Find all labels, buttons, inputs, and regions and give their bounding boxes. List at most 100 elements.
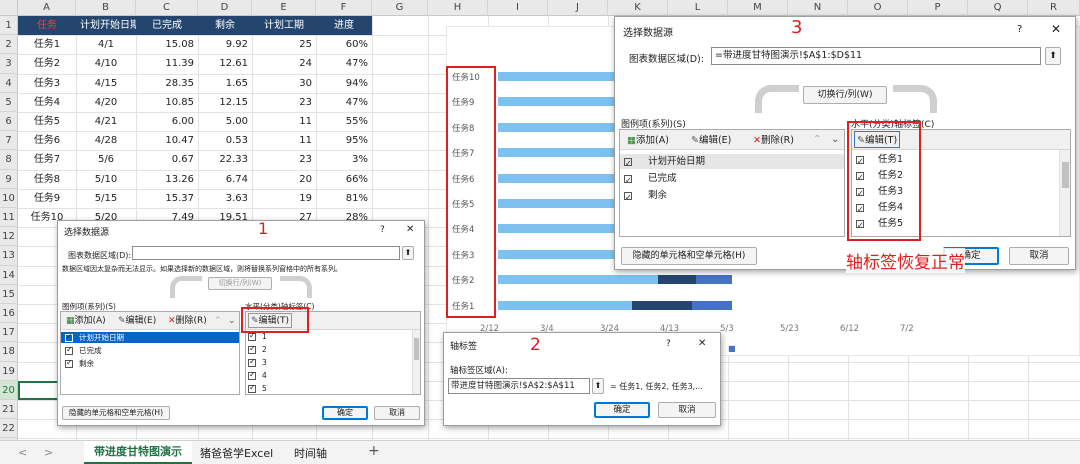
table-cell[interactable]: 6.74	[198, 170, 252, 189]
table-cell[interactable]: 20	[252, 170, 316, 189]
switch-row-col-button[interactable]: 切换行/列(W)	[208, 277, 272, 290]
table-cell[interactable]: 4/20	[76, 93, 136, 112]
row-header[interactable]: 22	[0, 419, 18, 439]
range-picker-button[interactable]: ⬆	[402, 246, 414, 260]
table-cell[interactable]: 4/10	[76, 54, 136, 73]
hidden-empty-cells-button[interactable]: 隐藏的单元格和空单元格(H)	[621, 247, 757, 265]
table-cell[interactable]: 任务5	[18, 112, 76, 131]
table-cell[interactable]: 1.65	[198, 74, 252, 93]
help-button[interactable]: ?	[380, 225, 385, 235]
table-cell[interactable]: 5.00	[198, 112, 252, 131]
gantt-bar[interactable]	[498, 148, 618, 158]
row-header[interactable]: 7	[0, 131, 18, 151]
tab-gantt-demo[interactable]: 带进度甘特图演示	[84, 441, 192, 464]
gantt-bar[interactable]	[692, 300, 732, 310]
close-icon[interactable]: ✕	[1051, 22, 1061, 36]
table-cell[interactable]: 15.08	[136, 35, 198, 54]
hidden-empty-cells-button[interactable]: 隐藏的单元格和空单元格(H)	[62, 406, 170, 420]
table-header-cell[interactable]: 已完成	[136, 16, 198, 36]
table-cell[interactable]: 10.47	[136, 131, 198, 150]
axis-item[interactable]: 3	[246, 357, 420, 369]
row-header[interactable]: 10	[0, 188, 18, 208]
ok-button[interactable]: 确定	[322, 406, 368, 420]
tab-scroll-left-button[interactable]: <	[18, 446, 27, 459]
help-button[interactable]: ?	[1017, 24, 1022, 35]
series-item[interactable]: 已完成	[61, 345, 239, 356]
axis-item[interactable]: 5	[246, 383, 420, 394]
gantt-bar[interactable]	[498, 224, 618, 234]
table-cell[interactable]: 15.37	[136, 189, 198, 208]
table-cell[interactable]: 11	[252, 131, 316, 150]
gantt-bar[interactable]	[498, 249, 618, 259]
cancel-button[interactable]: 取消	[1009, 247, 1069, 265]
gantt-bar[interactable]	[658, 275, 696, 285]
table-cell[interactable]: 任务7	[18, 150, 76, 169]
row-header[interactable]: 17	[0, 323, 18, 343]
gantt-bar[interactable]	[498, 122, 618, 132]
series-item[interactable]: 计划开始日期	[620, 154, 844, 171]
table-cell[interactable]: 任务8	[18, 170, 76, 189]
table-cell[interactable]: 5/10	[76, 170, 136, 189]
table-cell[interactable]: 22.33	[198, 150, 252, 169]
table-cell[interactable]: 19	[252, 189, 316, 208]
close-icon[interactable]: ✕	[406, 224, 414, 235]
table-header-cell[interactable]: 进度	[316, 16, 372, 36]
move-up-button[interactable]: ⌃	[810, 131, 824, 146]
table-cell[interactable]: 28.35	[136, 74, 198, 93]
column-header[interactable]: O	[848, 0, 908, 16]
row-header[interactable]: 2	[0, 35, 18, 55]
row-header[interactable]: 12	[0, 227, 18, 247]
axis-range-input[interactable]: 带进度甘特图演示!$A$2:$A$11	[448, 378, 590, 394]
axis-item[interactable]: 4	[246, 370, 420, 382]
column-header[interactable]: H	[428, 0, 488, 16]
column-header[interactable]: C	[136, 0, 198, 16]
table-cell[interactable]: 0.67	[136, 150, 198, 169]
table-cell[interactable]: 任务2	[18, 54, 76, 73]
gantt-bar[interactable]	[696, 275, 732, 285]
axis-item[interactable]: 1	[246, 331, 420, 343]
series-item[interactable]: 已完成	[620, 171, 844, 188]
row-header[interactable]: 4	[0, 73, 18, 93]
series-item[interactable]: 计划开始日期	[61, 332, 239, 343]
column-header[interactable]: L	[668, 0, 728, 16]
column-header[interactable]: E	[252, 0, 316, 16]
table-cell[interactable]: 23	[252, 150, 316, 169]
gantt-bar[interactable]	[498, 72, 618, 81]
row-header[interactable]: 1	[0, 16, 18, 36]
table-cell[interactable]: 66%	[316, 170, 372, 189]
cancel-button[interactable]: 取消	[658, 402, 716, 418]
row-header[interactable]: 19	[0, 361, 18, 381]
table-header-cell[interactable]: 计划开始日期	[76, 16, 136, 36]
gantt-bar[interactable]	[498, 199, 618, 208]
delete-series-button[interactable]: ✕删除(R)	[165, 313, 210, 328]
column-header[interactable]: A	[18, 0, 76, 16]
add-sheet-button[interactable]: +	[368, 443, 380, 459]
edit-series-button[interactable]: ✎编辑(E)	[115, 313, 159, 328]
table-cell[interactable]: 11	[252, 112, 316, 131]
row-header[interactable]: 21	[0, 400, 18, 420]
tab-scroll-right-button[interactable]: >	[44, 446, 53, 459]
help-button[interactable]: ?	[666, 339, 671, 349]
table-cell[interactable]: 4/21	[76, 112, 136, 131]
row-header[interactable]: 9	[0, 169, 18, 189]
select-all-corner[interactable]	[0, 0, 18, 16]
row-header[interactable]: 16	[0, 304, 18, 324]
table-cell[interactable]: 任务3	[18, 74, 76, 93]
table-cell[interactable]: 任务1	[18, 35, 76, 54]
series-item[interactable]: 剩余	[620, 188, 844, 205]
table-cell[interactable]: 47%	[316, 54, 372, 73]
table-cell[interactable]: 9.92	[198, 35, 252, 54]
tab-excel[interactable]: 猪爸爸学Excel	[200, 445, 273, 461]
table-cell[interactable]: 3.63	[198, 189, 252, 208]
range-input[interactable]: =带进度甘特图演示!$A$1:$D$11	[711, 47, 1041, 65]
table-cell[interactable]: 12.61	[198, 54, 252, 73]
table-cell[interactable]: 3%	[316, 150, 372, 169]
table-cell[interactable]: 12.15	[198, 93, 252, 112]
table-cell[interactable]: 任务6	[18, 131, 76, 150]
add-series-button[interactable]: ▦添加(A)	[624, 131, 672, 148]
range-picker-button[interactable]: ⬆	[592, 378, 604, 394]
gantt-bar[interactable]	[498, 275, 658, 285]
axis-item[interactable]: 2	[246, 344, 420, 356]
move-down-button[interactable]: ⌄	[828, 131, 842, 146]
column-header[interactable]: K	[608, 0, 668, 16]
